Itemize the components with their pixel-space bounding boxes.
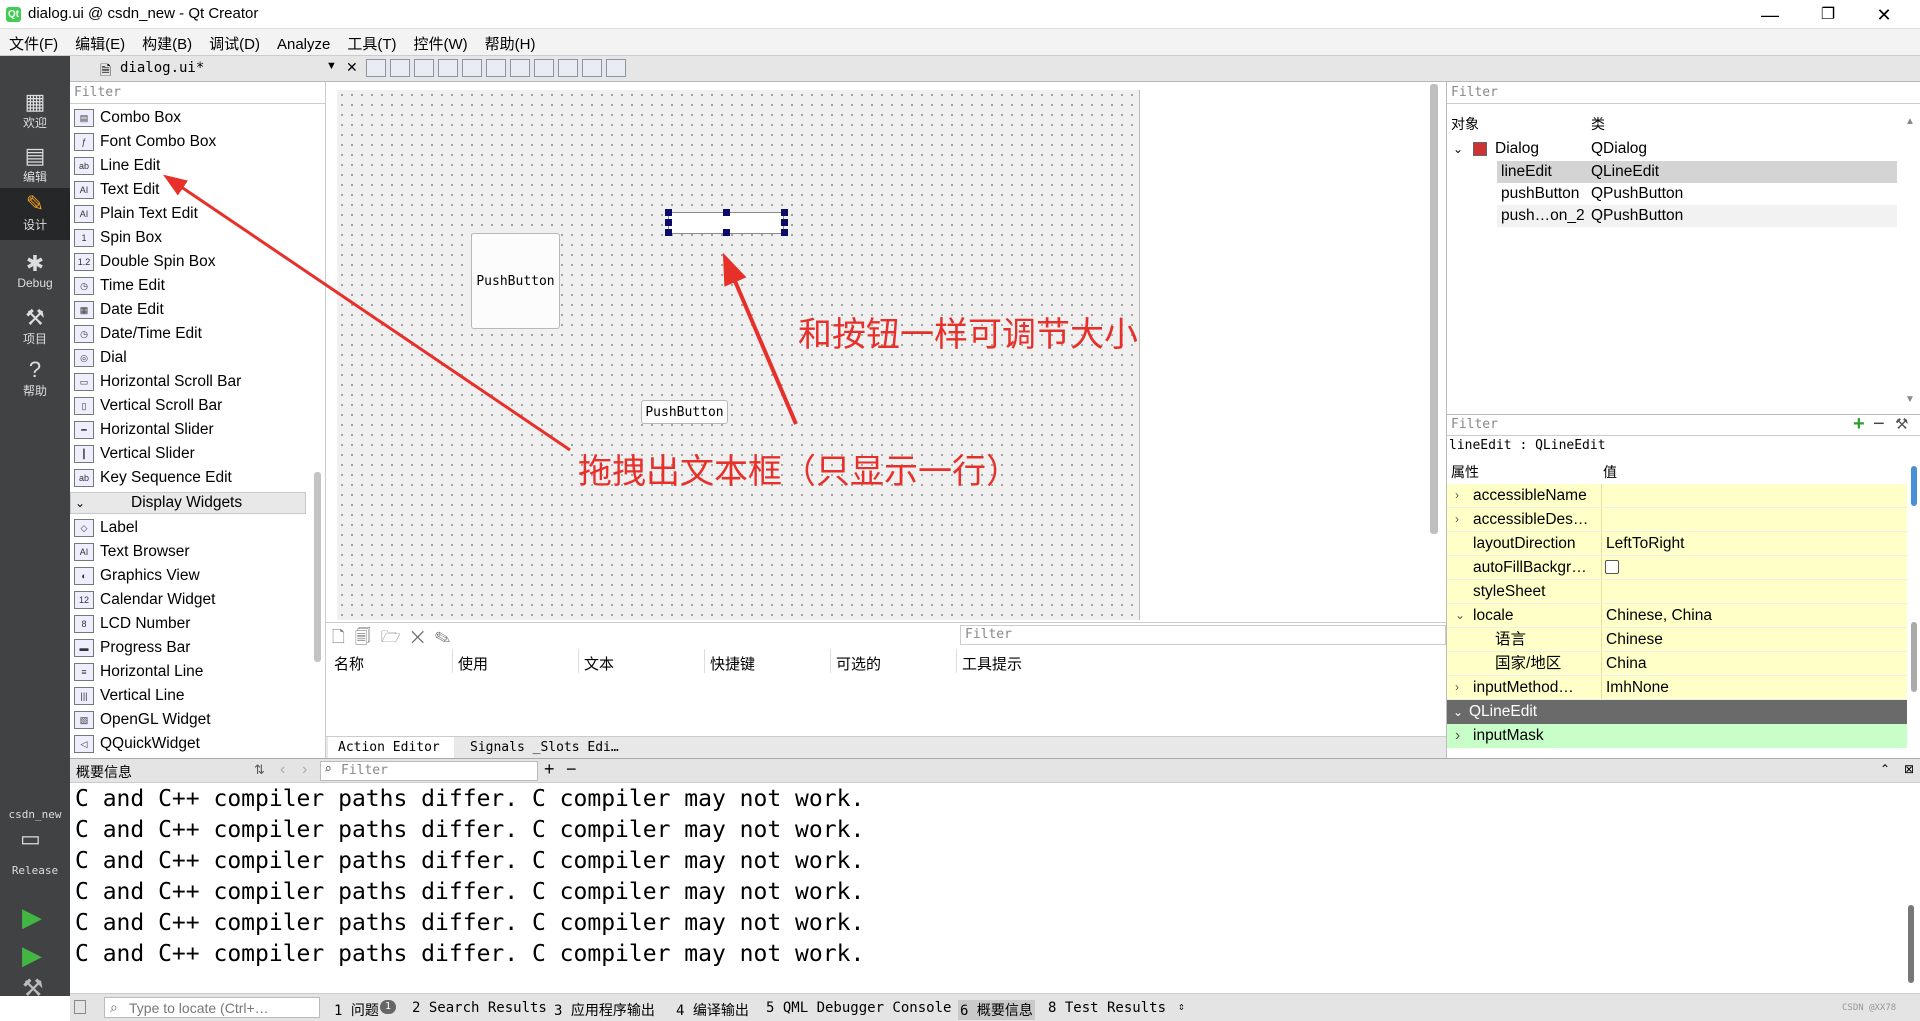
arrow-to-line-edit-widget [722, 252, 798, 425]
annotation-drag: 拖拽出文本框（只显示一行） [578, 452, 1020, 492]
annotation-arrows [163, 174, 798, 452]
arrow-to-line-edit-item [163, 174, 571, 452]
annotation-resize: 和按钮一样可调节大小 [798, 315, 1138, 355]
